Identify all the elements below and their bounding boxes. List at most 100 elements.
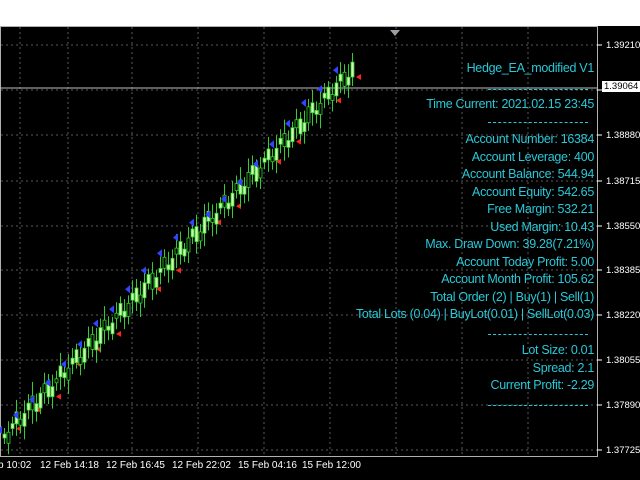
account-equity: Account Equity: 542.65 [472, 184, 594, 199]
account-leverage: Account Leverage: 400 [471, 149, 595, 164]
buy-arrow [333, 66, 338, 75]
candle-body [166, 264, 171, 271]
candle-body [90, 334, 95, 350]
buy-arrow [77, 340, 82, 349]
candle-body [138, 294, 143, 304]
price-axis-label: 1.38880 [606, 130, 640, 141]
price-axis-label: 1.38550 [606, 221, 640, 232]
price-axis-label: 1.38385 [606, 265, 640, 276]
candle-body [34, 403, 39, 412]
buy-arrow [317, 85, 322, 94]
candle-body [70, 357, 75, 365]
candle-body [254, 164, 259, 182]
candle-body [158, 268, 163, 273]
candle-body [102, 319, 107, 331]
candle-body [174, 247, 179, 255]
buy-arrow [301, 98, 306, 107]
separator [488, 405, 588, 406]
candle-body [58, 365, 63, 378]
candle-body [326, 86, 331, 100]
buy-arrow [173, 233, 178, 242]
time-axis-label: b 10:02 [0, 460, 32, 471]
candle-body [194, 226, 199, 243]
candle-body [250, 165, 255, 175]
candle-body [346, 76, 351, 86]
candle-body [110, 322, 115, 335]
candle-body [282, 133, 287, 147]
sell-arrow [176, 267, 181, 274]
candle-body [6, 431, 11, 444]
candle-body [162, 256, 167, 269]
candle-body [182, 248, 187, 257]
candle-body [190, 228, 195, 238]
candle-body [2, 433, 7, 439]
candle-body [42, 383, 47, 394]
candle-body [322, 92, 327, 99]
buy-arrow [189, 218, 194, 227]
max-drawdown: Max. Draw Down: 39.28(7.21%) [425, 237, 594, 251]
time-axis-label: 15 Feb 12:00 [302, 460, 361, 471]
chart-window[interactable]: Hedge_EA_modified V1 Time Current: 2021.… [0, 26, 640, 480]
candle-body [74, 349, 79, 364]
candle-body [342, 71, 347, 87]
time-axis-label: 12 Feb 22:02 [172, 460, 231, 471]
free-margin: Free Margin: 532.21 [487, 202, 594, 216]
candle-body [226, 202, 231, 210]
candle-body [66, 367, 71, 381]
candle-body [306, 106, 311, 124]
candle-body [94, 340, 99, 351]
price-axis-label: 1.38220 [606, 310, 640, 321]
candle-body [274, 147, 279, 161]
sell-arrow [116, 330, 121, 337]
candle-body [10, 423, 15, 429]
candle-body [262, 157, 267, 163]
time-axis-label: 15 Feb 04:16 [238, 460, 297, 471]
total-order: Total Order (2) | Buy(1) | Sell(1) [430, 289, 594, 304]
candle-body [298, 118, 303, 135]
candle-body [186, 237, 191, 253]
scroll-marker [390, 30, 400, 36]
price-axis-label: 1.38715 [606, 176, 640, 187]
price-axis-label: 1.39210 [606, 40, 640, 51]
total-lots: Total Lots (0.04) | BuyLot(0.01) | SellL… [355, 307, 594, 321]
candle-body [330, 94, 335, 101]
candle-body [290, 127, 295, 143]
candle-body [78, 357, 83, 365]
candle-body [122, 310, 127, 318]
candle-body [170, 257, 175, 271]
candle-body [62, 372, 67, 379]
candle-body [314, 110, 319, 115]
candle-body [286, 140, 291, 148]
price-axis-label: 1.38055 [606, 355, 640, 366]
candle-body [214, 212, 219, 225]
candle-body [114, 312, 119, 319]
candle-body [218, 202, 223, 209]
buy-arrow [125, 285, 130, 294]
buy-arrow [141, 266, 146, 275]
candle-body [294, 119, 299, 129]
candle-body [266, 148, 271, 161]
candle-body [50, 386, 55, 398]
separator [488, 89, 588, 90]
candle-body [234, 183, 239, 191]
candle-body [202, 216, 207, 234]
separator [488, 334, 588, 335]
candle-body [82, 347, 87, 363]
lot-size: Lot Size: 0.01 [521, 343, 595, 357]
candle-body [334, 82, 339, 97]
buy-arrow [269, 140, 274, 149]
candle-body [246, 172, 251, 188]
candle-body [310, 102, 315, 114]
spread: Spread: 2.1 [532, 360, 595, 375]
candle-body [98, 327, 103, 344]
sell-arrow [56, 393, 61, 400]
candle-body [350, 61, 355, 78]
candle-body [178, 241, 183, 255]
candle-body [106, 325, 111, 331]
candle-body [338, 73, 343, 82]
today-profit: Account Today Profit: 5.00 [456, 254, 594, 269]
account-balance: Account Balance: 544.94 [461, 167, 594, 181]
candle-body [54, 378, 59, 384]
candle-body [230, 192, 235, 207]
buy-arrow [285, 119, 290, 128]
